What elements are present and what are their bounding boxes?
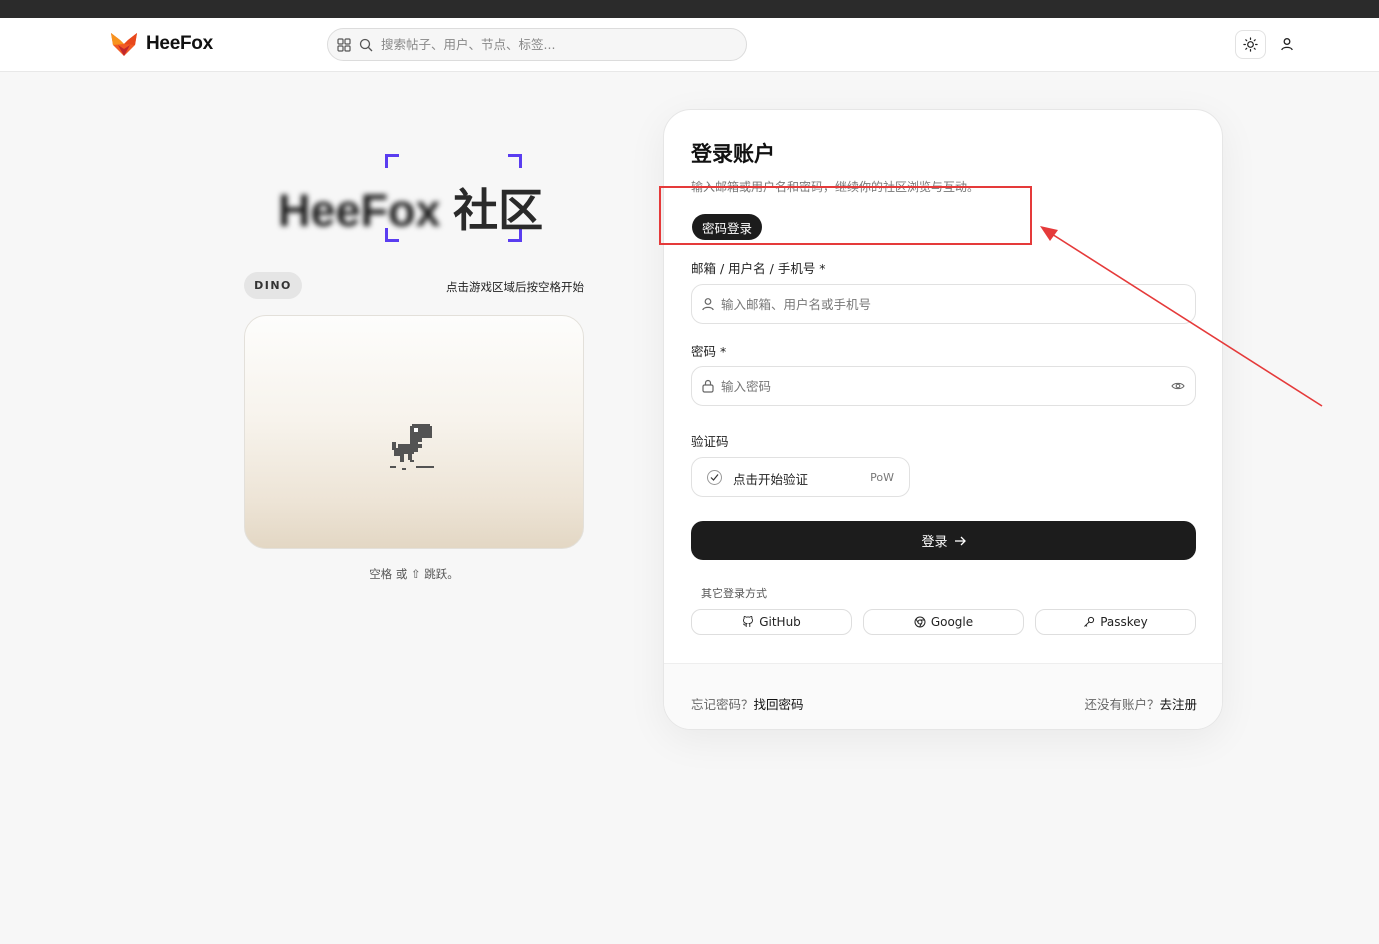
grid-icon[interactable] [337, 37, 351, 52]
chrome-icon [914, 616, 926, 628]
password-label: 密码 * [691, 344, 727, 359]
register-link[interactable]: 去注册 [1159, 697, 1197, 712]
forgot-prefix: 忘记密码？ [691, 697, 754, 712]
hero-title-clear: 社区 [453, 185, 544, 236]
captcha-label: 验证码 [691, 434, 729, 449]
dino-badge: DINO [244, 272, 302, 299]
github-label: GitHub [759, 615, 801, 629]
search-icon [359, 38, 373, 51]
hero-brand: HeeFox 社区 [270, 150, 570, 250]
register: 还没有账户？去注册 [1084, 694, 1197, 713]
annotation-arrow-icon [1040, 226, 1323, 407]
captcha-text: 点击开始验证 [733, 472, 809, 487]
user-icon [1281, 38, 1293, 51]
lock-icon [702, 379, 714, 393]
arrow-right-icon [954, 536, 966, 545]
dino-icon [390, 424, 434, 470]
user-menu-button[interactable] [1277, 34, 1297, 54]
captcha-pow-tag: PoW [870, 471, 894, 484]
key-icon [1084, 616, 1095, 627]
search-input[interactable] [381, 37, 711, 52]
dino-game-canvas[interactable] [244, 315, 584, 549]
hero-title: HeeFox 社区 [278, 174, 543, 239]
game-hint: 点击游戏区域后按空格开始 [446, 280, 584, 294]
site-logo[interactable]: HeeFox [110, 31, 213, 57]
forgot-password-link[interactable]: 找回密码 [754, 697, 804, 712]
hero-title-blurred: HeeFox [278, 185, 441, 236]
site-header: HeeFox [0, 18, 1379, 72]
login-title: 登录账户 [691, 142, 775, 166]
card-footer: 忘记密码？找回密码 还没有账户？去注册 [664, 663, 1222, 729]
scan-corner [508, 154, 522, 168]
check-icon[interactable] [707, 470, 722, 485]
github-login-button[interactable]: GitHub [691, 609, 852, 635]
theme-toggle-button[interactable] [1235, 30, 1266, 59]
search-bar[interactable] [327, 28, 747, 61]
game-caption: 空格 或 ⇧ 跳跃。 [369, 567, 459, 581]
passkey-label: Passkey [1100, 615, 1148, 629]
google-login-button[interactable]: Google [863, 609, 1024, 635]
passkey-login-button[interactable]: Passkey [1035, 609, 1196, 635]
forgot-password: 忘记密码？找回密码 [691, 694, 804, 713]
brand-name: HeeFox [146, 33, 213, 54]
window-top-strip [0, 0, 1379, 18]
github-icon [743, 616, 754, 627]
other-methods-label: 其它登录方式 [701, 587, 767, 600]
captcha-widget[interactable]: 点击开始验证 PoW [691, 457, 910, 497]
user-icon [702, 298, 714, 311]
fox-logo-icon [111, 33, 137, 56]
register-prefix: 还没有账户？ [1084, 697, 1160, 712]
google-label: Google [930, 615, 974, 629]
annotation-highlight-box [659, 186, 1032, 245]
sun-icon [1243, 37, 1258, 52]
login-button-label: 登录 [921, 535, 948, 550]
login-button[interactable]: 登录 [691, 521, 1196, 560]
scan-corner [385, 154, 399, 168]
account-label: 邮箱 / 用户名 / 手机号 * [691, 261, 826, 276]
